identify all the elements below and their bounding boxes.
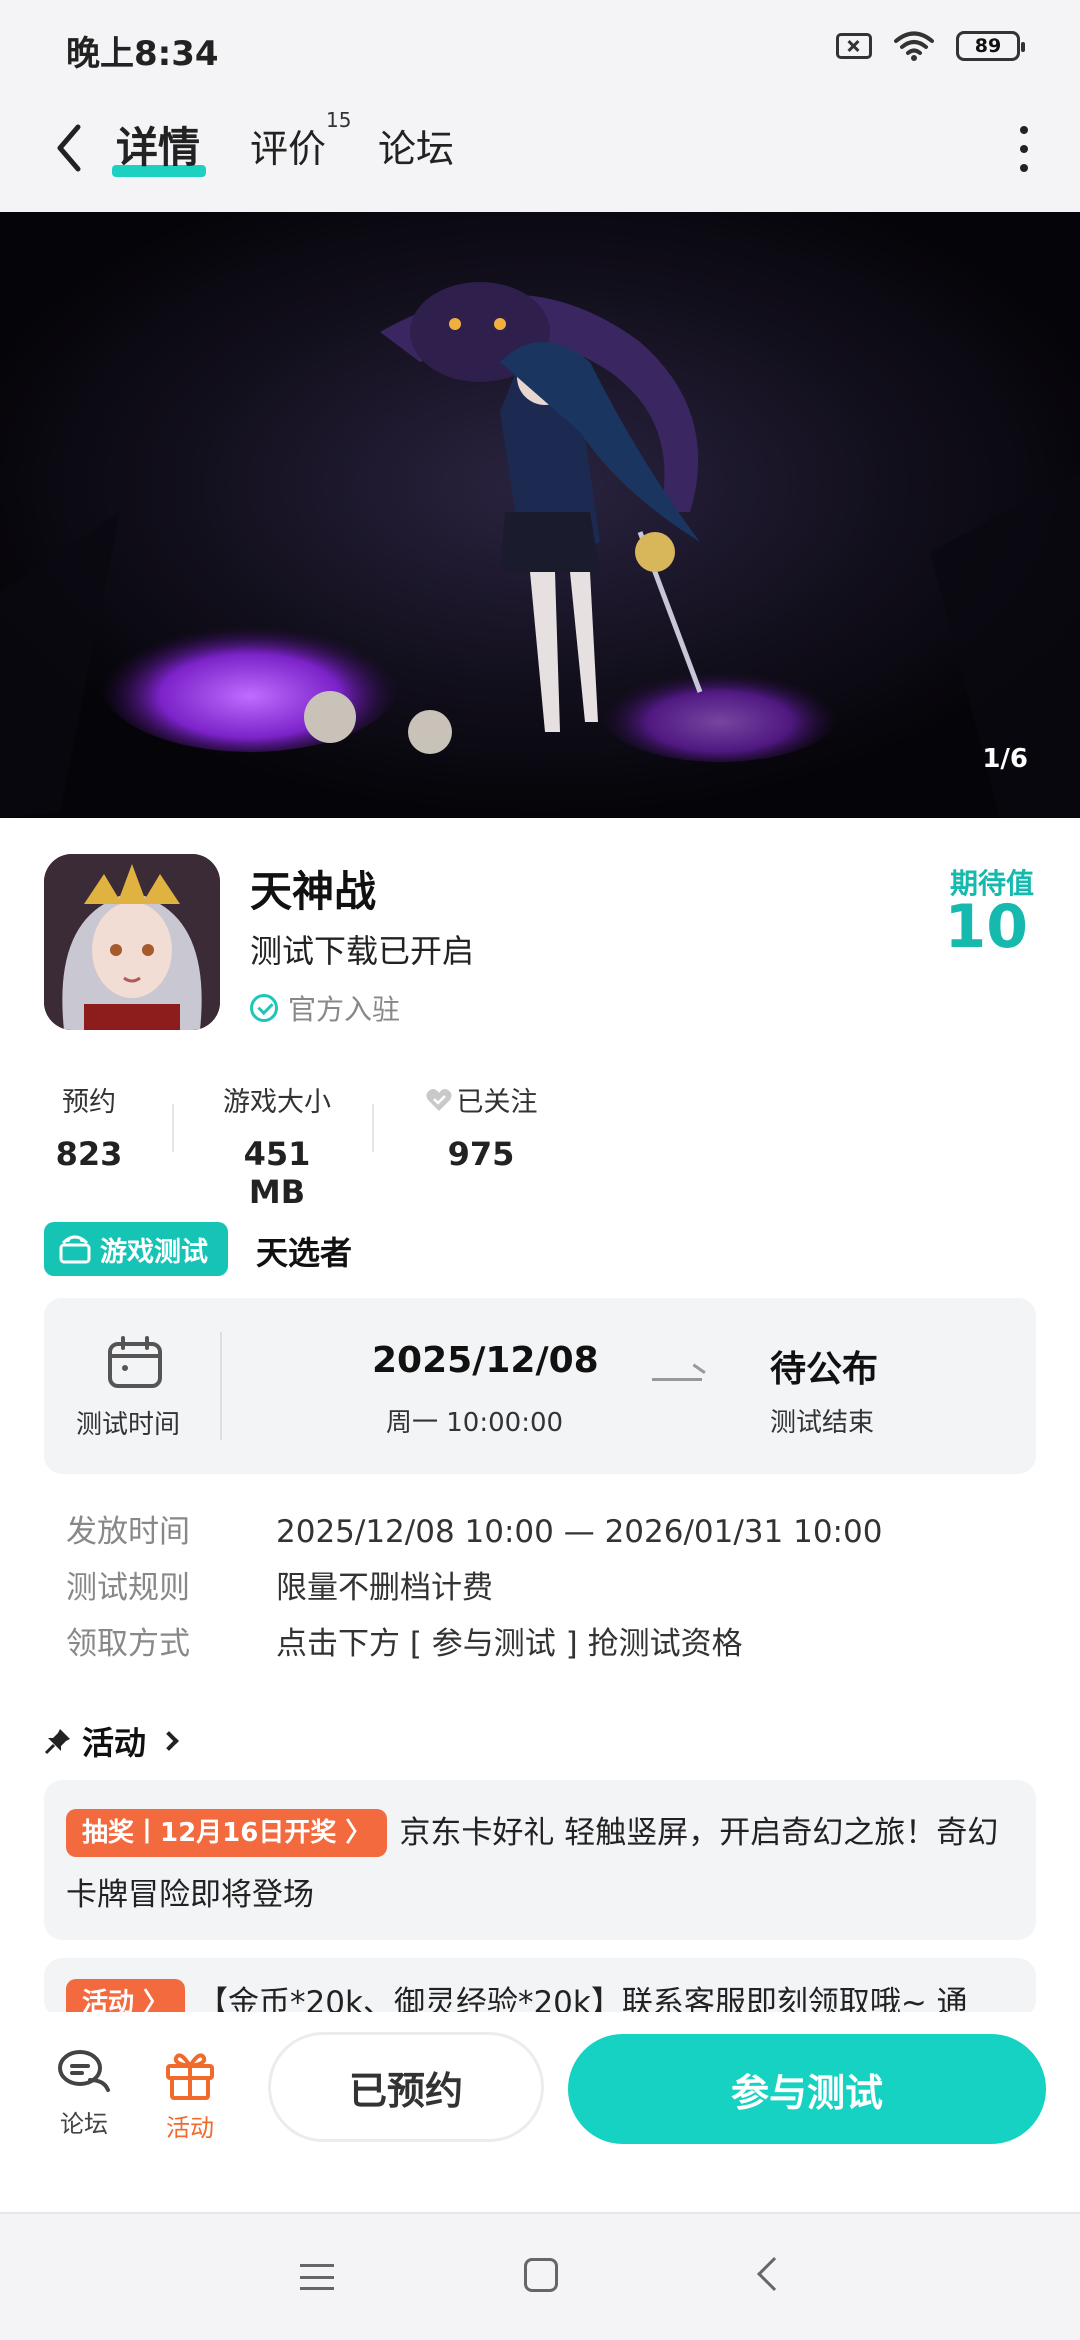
stat-label: 已关注 xyxy=(406,1080,556,1119)
more-options-button[interactable] xyxy=(1014,126,1034,172)
activities-header[interactable]: 活动 xyxy=(44,1718,179,1764)
system-back-icon[interactable] xyxy=(757,2257,791,2291)
follow-label: 已关注 xyxy=(456,1087,538,1118)
home-icon[interactable] xyxy=(524,2258,558,2292)
info-key: 发放时间 xyxy=(66,1514,190,1550)
info-value: 限量不删档计费 xyxy=(276,1570,493,1606)
stat-game-size: 游戏大小 451 MB xyxy=(212,1080,342,1211)
back-button[interactable] xyxy=(44,118,94,178)
battery-icon: 89 xyxy=(956,31,1025,61)
stat-reservations: 预约 823 xyxy=(44,1080,134,1173)
activity-card[interactable]: 抽奖丨12月16日开奖 〉京东卡好礼 轻触竖屏，开启奇幻之旅！奇幻卡牌冒险即将登… xyxy=(44,1780,1036,1940)
pin-icon xyxy=(44,1729,70,1755)
stats-row: 预约 823 游戏大小 451 MB 已关注 975 xyxy=(44,1080,644,1211)
verified-check-icon xyxy=(250,994,278,1022)
card-divider xyxy=(220,1332,222,1440)
stat-divider xyxy=(372,1104,374,1152)
info-key: 领取方式 xyxy=(66,1626,190,1662)
wifi-icon xyxy=(894,31,934,61)
activity-badge: 抽奖丨12月16日开奖 〉 xyxy=(66,1809,388,1857)
tab-review[interactable]: 评价 xyxy=(250,118,326,173)
test-icon xyxy=(59,1235,91,1264)
status-icons: 89 xyxy=(836,30,1025,62)
bottom-action-bar: 论坛 活动 已预约 参与测试 xyxy=(0,2012,1080,2212)
dot-icon xyxy=(1020,164,1028,172)
app-subtitle: 测试下载已开启 xyxy=(250,932,475,970)
top-nav: 详情 评价 15 论坛 xyxy=(0,88,1080,212)
stat-label: 游戏大小 xyxy=(223,1087,331,1118)
app-icon-art xyxy=(44,854,220,1030)
app-name: 天神战 xyxy=(250,867,377,916)
bottom-activity-label: 活动 xyxy=(166,2114,214,2142)
game-test-tag-label: 游戏测试 xyxy=(100,1236,208,1268)
official-badge: 官方入驻 xyxy=(250,988,400,1028)
dot-icon xyxy=(1020,126,1028,134)
test-end-title: 待公布 xyxy=(770,1349,879,1390)
activity-text-block: 抽奖丨12月16日开奖 〉京东卡好礼 轻触竖屏，开启奇幻之旅！奇幻卡牌冒险即将登… xyxy=(66,1802,1014,1926)
banner-artwork xyxy=(0,212,1080,818)
arrow-right-icon xyxy=(652,1378,702,1381)
tab-detail[interactable]: 详情 xyxy=(116,114,200,175)
expect-value: 10 xyxy=(944,892,1029,962)
stat-label: 预约 xyxy=(62,1087,116,1118)
bottom-activity-button[interactable]: 活动 xyxy=(150,2048,230,2143)
status-time: 晚上8:34 xyxy=(66,34,219,74)
game-test-tag: 游戏测试 xyxy=(44,1222,228,1276)
no-sim-icon xyxy=(836,33,872,59)
join-test-button[interactable]: 参与测试 xyxy=(568,2034,1046,2144)
test-start-time: 周一 10:00:00 xyxy=(386,1408,564,1438)
bottom-forum-button[interactable]: 论坛 xyxy=(44,2048,124,2139)
tab-forum[interactable]: 论坛 xyxy=(378,118,454,173)
review-count-badge: 15 xyxy=(326,108,352,132)
calendar-icon xyxy=(108,1336,162,1388)
chevron-right-icon xyxy=(159,1731,179,1751)
bottom-forum-label: 论坛 xyxy=(60,2110,108,2138)
info-value: 点击下方 [ 参与测试 ] 抢测试资格 xyxy=(276,1626,743,1662)
test-time-card: 测试时间 2025/12/08 周一 10:00:00 待公布 测试结束 xyxy=(44,1298,1036,1474)
info-row-claim-method: 领取方式 点击下方 [ 参与测试 ] 抢测试资格 xyxy=(66,1618,743,1663)
dot-icon xyxy=(1020,145,1028,153)
back-arrow-icon xyxy=(57,124,81,172)
banner-carousel[interactable]: 1/6 xyxy=(0,212,1080,818)
info-row-test-rules: 测试规则 限量不删档计费 xyxy=(66,1562,493,1607)
banner-page-counter: 1/6 xyxy=(982,744,1028,774)
info-value: 2025/12/08 10:00 — 2026/01/31 10:00 xyxy=(276,1514,883,1550)
info-row-release-time: 发放时间 2025/12/08 10:00 — 2026/01/31 10:00 xyxy=(66,1506,882,1551)
activities-title: 活动 xyxy=(82,1724,147,1762)
official-label: 官方入驻 xyxy=(288,993,401,1026)
test-name: 天选者 xyxy=(256,1234,353,1272)
stat-value: 975 xyxy=(447,1135,515,1173)
stat-divider xyxy=(172,1104,174,1152)
stat-followers[interactable]: 已关注 975 xyxy=(406,1080,556,1173)
forum-chat-icon xyxy=(58,2050,110,2092)
test-start-date: 2025/12/08 xyxy=(372,1340,599,1381)
gift-icon xyxy=(166,2053,214,2100)
stat-value: 451 MB xyxy=(243,1135,311,1211)
status-bar: 晚上8:34 89 xyxy=(0,0,1080,88)
info-key: 测试规则 xyxy=(66,1570,190,1606)
stat-value: 823 xyxy=(55,1135,123,1173)
test-end-label: 测试结束 xyxy=(770,1408,875,1438)
test-time-label: 测试时间 xyxy=(76,1410,181,1440)
heart-icon xyxy=(425,1089,452,1111)
booked-button[interactable]: 已预约 xyxy=(268,2032,544,2142)
recent-apps-icon[interactable] xyxy=(300,2264,334,2290)
app-icon xyxy=(44,854,220,1030)
activity-card[interactable]: 活动 〉【金币*20k、御灵经验*20k】联系客服即刻领取哦~ 通 xyxy=(44,1958,1036,2018)
system-nav-bar xyxy=(0,2212,1080,2340)
